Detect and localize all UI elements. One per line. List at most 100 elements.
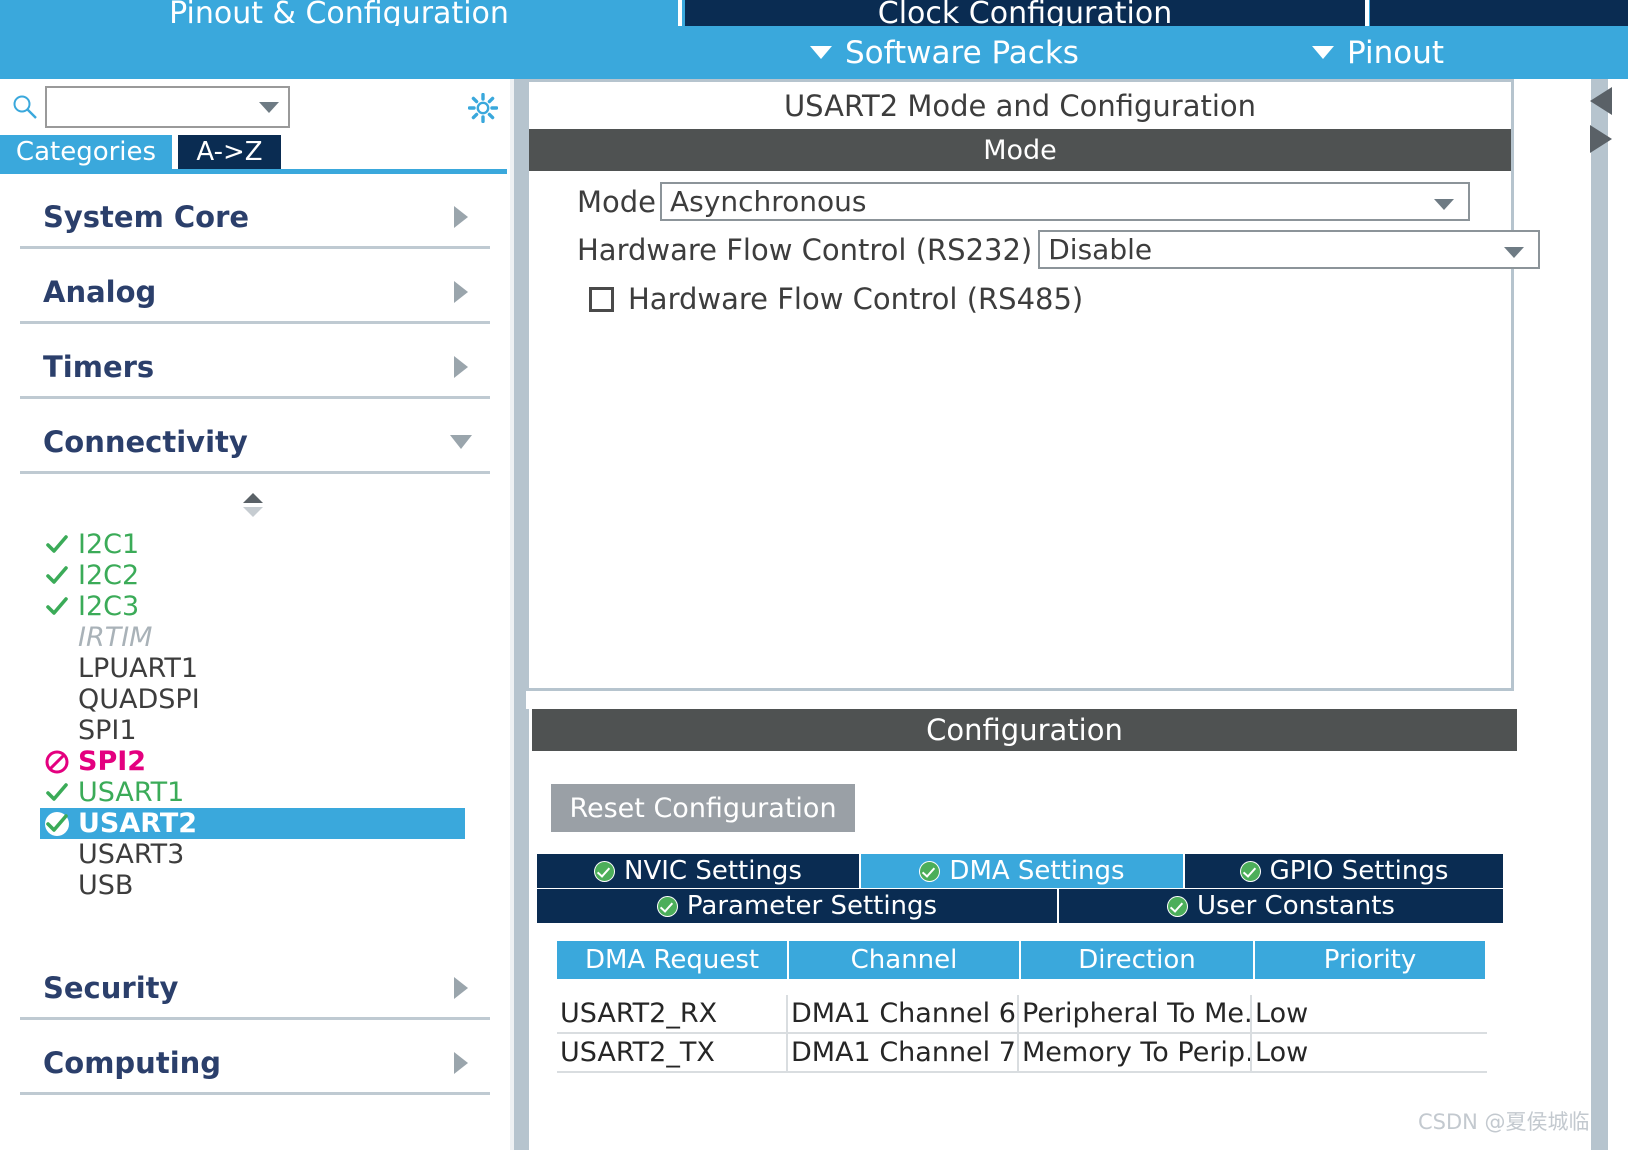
chevron-down-icon bbox=[810, 46, 832, 59]
hfc-rs485-checkbox[interactable] bbox=[589, 286, 614, 312]
right-scroll-rail[interactable] bbox=[1591, 79, 1608, 1150]
configuration-pane: USART2 Mode and Configuration Mode Mode … bbox=[526, 79, 1628, 1150]
column-header-channel[interactable]: Channel bbox=[789, 941, 1019, 979]
column-header-priority[interactable]: Priority bbox=[1255, 941, 1485, 979]
panel-splitter[interactable] bbox=[510, 79, 526, 1150]
tab-clock-configuration[interactable]: Clock Configuration bbox=[685, 0, 1365, 26]
sidebar-item-label: System Core bbox=[43, 199, 250, 234]
panel-collapse-arrows[interactable] bbox=[1588, 85, 1614, 157]
sidebar-item-security[interactable]: Security bbox=[20, 958, 490, 1020]
peripheral-usart2[interactable]: USART2 bbox=[40, 808, 465, 839]
sidebar-item-system-core[interactable]: System Core bbox=[20, 187, 490, 249]
column-header-dma-request[interactable]: DMA Request bbox=[557, 941, 787, 979]
pinout-menu-label: Pinout bbox=[1347, 34, 1445, 71]
cell-dma-request: USART2_TX bbox=[557, 1034, 788, 1071]
pinout-menu[interactable]: Pinout bbox=[1312, 26, 1444, 79]
peripheral-label: LPUART1 bbox=[78, 653, 199, 684]
tab-parameter-settings[interactable]: Parameter Settings bbox=[537, 889, 1057, 923]
hfc-rs232-label: Hardware Flow Control (RS232) bbox=[577, 232, 1033, 267]
sidebar-item-computing[interactable]: Computing bbox=[20, 1033, 490, 1095]
check-icon bbox=[44, 563, 70, 589]
peripheral-label: IRTIM bbox=[78, 622, 153, 653]
tab-dma-settings-label: DMA Settings bbox=[949, 856, 1125, 886]
search-input[interactable] bbox=[53, 92, 248, 124]
gear-icon[interactable] bbox=[468, 93, 498, 123]
check-circle-icon bbox=[594, 860, 616, 882]
tab-parameter-settings-label: Parameter Settings bbox=[686, 891, 938, 921]
hfc-rs485-row[interactable]: Hardware Flow Control (RS485) bbox=[589, 282, 1083, 316]
peripheral-label: QUADSPI bbox=[78, 684, 200, 715]
hfc-rs232-select[interactable]: Disable bbox=[1038, 230, 1541, 269]
empty-icon-slot bbox=[44, 687, 70, 713]
peripheral-label: SPI1 bbox=[78, 715, 137, 746]
peripheral-label: SPI2 bbox=[78, 746, 147, 777]
sidebar-item-analog[interactable]: Analog bbox=[20, 262, 490, 324]
peripheral-lpuart1[interactable]: LPUART1 bbox=[40, 653, 465, 684]
list-scroll-handle[interactable] bbox=[240, 491, 266, 521]
tab-categories-label: Categories bbox=[15, 137, 157, 167]
tab-nvic-settings[interactable]: NVIC Settings bbox=[537, 854, 859, 888]
tab-pinout-configuration-label: Pinout & Configuration bbox=[169, 0, 509, 26]
cell-priority: Low bbox=[1255, 1037, 1309, 1068]
mode-field-row: Mode Asynchronous bbox=[577, 182, 1471, 221]
configuration-panel: Configuration Reset Configuration NVIC S… bbox=[526, 709, 1517, 1150]
configuration-section-header: Configuration bbox=[532, 709, 1517, 751]
peripheral-sidebar: Categories A->Z System Core Analog Timer… bbox=[0, 79, 510, 1150]
peripheral-quadspi[interactable]: QUADSPI bbox=[40, 684, 465, 715]
peripheral-usb[interactable]: USB bbox=[40, 870, 465, 901]
cell-priority: Low bbox=[1255, 998, 1309, 1029]
tab-a-to-z-label: A->Z bbox=[196, 137, 263, 167]
chevron-right-icon bbox=[454, 280, 468, 303]
peripheral-spi1[interactable]: SPI1 bbox=[40, 715, 465, 746]
chevron-down-icon[interactable] bbox=[259, 102, 279, 113]
peripheral-label: USART3 bbox=[78, 839, 185, 870]
tab-a-to-z[interactable]: A->Z bbox=[178, 135, 281, 169]
peripheral-usart1[interactable]: USART1 bbox=[40, 777, 465, 808]
hfc-rs485-label: Hardware Flow Control (RS485) bbox=[628, 282, 1084, 316]
tab-pinout-configuration[interactable]: Pinout & Configuration bbox=[0, 0, 678, 26]
column-header-direction[interactable]: Direction bbox=[1021, 941, 1253, 979]
check-circle-icon bbox=[44, 811, 70, 837]
tab-clock-configuration-label: Clock Configuration bbox=[877, 0, 1173, 26]
mode-field-label: Mode bbox=[577, 184, 657, 219]
search-combobox[interactable] bbox=[45, 86, 290, 128]
tab-categories[interactable]: Categories bbox=[0, 135, 172, 169]
chevron-right-icon bbox=[454, 1051, 468, 1074]
tab-user-constants[interactable]: User Constants bbox=[1059, 889, 1503, 923]
mode-section-header: Mode bbox=[529, 129, 1511, 171]
empty-icon-slot bbox=[44, 842, 70, 868]
table-header-row: DMA Request Channel Direction Priority bbox=[557, 941, 1487, 979]
peripheral-i2c1[interactable]: I2C1 bbox=[40, 529, 465, 560]
search-icon bbox=[13, 95, 37, 119]
table-row[interactable]: USART2_RX DMA1 Channel 6 Peripheral To M… bbox=[557, 995, 1487, 1034]
chevron-right-icon bbox=[454, 205, 468, 228]
sidebar-item-label: Connectivity bbox=[43, 424, 248, 459]
software-packs-menu[interactable]: Software Packs bbox=[810, 26, 1079, 79]
peripheral-i2c2[interactable]: I2C2 bbox=[40, 560, 465, 591]
sidebar-item-timers[interactable]: Timers bbox=[20, 337, 490, 399]
table-row[interactable]: USART2_TX DMA1 Channel 7 Memory To Perip… bbox=[557, 1034, 1487, 1073]
chevron-down-icon bbox=[1504, 247, 1525, 258]
empty-icon-slot bbox=[44, 718, 70, 744]
sidebar-view-tabs: Categories A->Z bbox=[0, 135, 510, 169]
check-circle-icon bbox=[919, 860, 941, 882]
mode-select-value: Asynchronous bbox=[670, 185, 867, 218]
peripheral-spi2[interactable]: SPI2 bbox=[40, 746, 465, 777]
tab-separator bbox=[1365, 0, 1369, 26]
dma-requests-table: DMA Request Channel Direction Priority U… bbox=[557, 941, 1487, 1073]
peripheral-usart3[interactable]: USART3 bbox=[40, 839, 465, 870]
peripheral-i2c3[interactable]: I2C3 bbox=[40, 591, 465, 622]
mode-select[interactable]: Asynchronous bbox=[660, 182, 1471, 221]
check-circle-icon bbox=[656, 895, 678, 917]
reset-configuration-button[interactable]: Reset Configuration bbox=[551, 784, 855, 832]
tab-dma-settings[interactable]: DMA Settings bbox=[861, 854, 1183, 888]
view-toolbar: Software Packs Pinout bbox=[0, 26, 1628, 79]
peripheral-label: I2C2 bbox=[78, 560, 140, 591]
sidebar-item-connectivity[interactable]: Connectivity bbox=[20, 412, 490, 474]
tab-gpio-settings[interactable]: GPIO Settings bbox=[1185, 854, 1503, 888]
hfc-rs232-row: Hardware Flow Control (RS232) Disable bbox=[577, 230, 1541, 269]
peripheral-irtim[interactable]: IRTIM bbox=[40, 622, 465, 653]
tab-project-manager[interactable] bbox=[1370, 0, 1628, 26]
cubemx-window: Pinout & Configuration Clock Configurati… bbox=[0, 0, 1628, 1150]
peripheral-label: USART1 bbox=[78, 777, 185, 808]
